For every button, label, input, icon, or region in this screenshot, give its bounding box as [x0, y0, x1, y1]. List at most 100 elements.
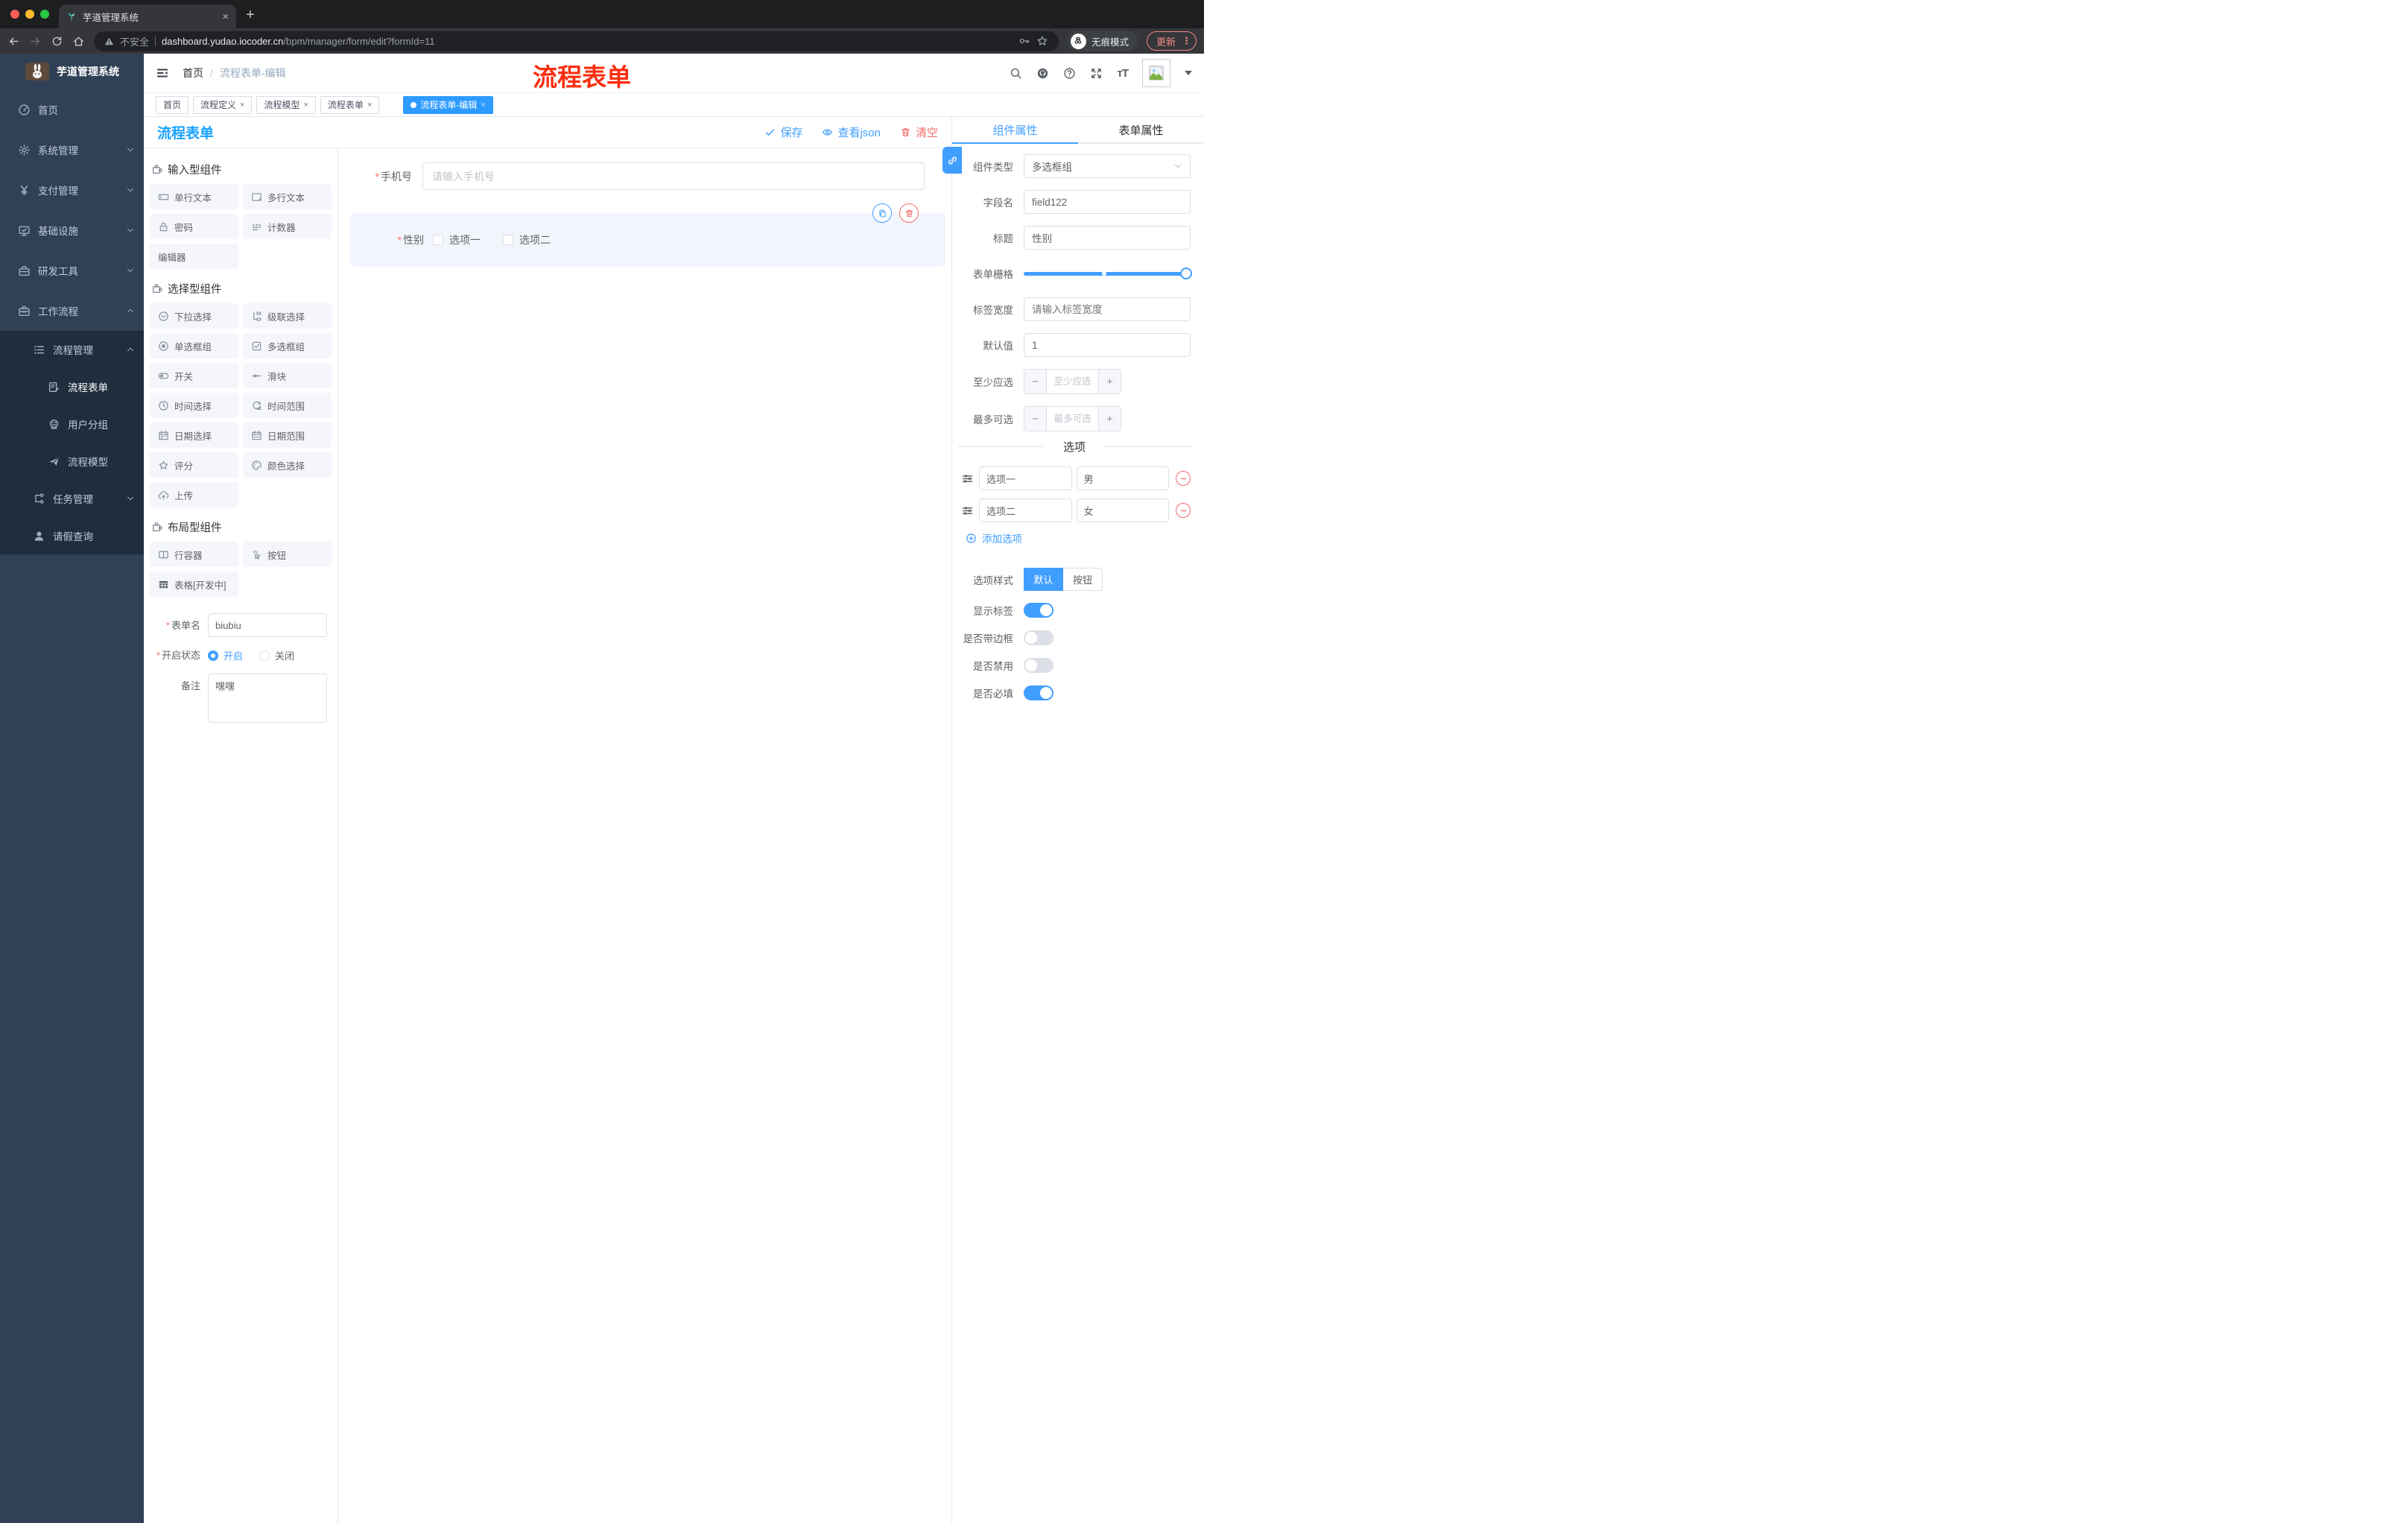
component-item[interactable]: 评分 — [150, 452, 238, 478]
forward-icon[interactable] — [29, 35, 42, 48]
view-tab[interactable]: 流程表单-编辑 × — [403, 95, 493, 114]
checkbox-icon[interactable] — [433, 235, 443, 245]
password-key-icon[interactable] — [1018, 35, 1030, 47]
component-type-select[interactable]: 多选框组 — [1024, 154, 1191, 178]
view-tab[interactable]: 流程定义 × — [193, 95, 253, 114]
sidebar-item[interactable]: 任务管理 — [0, 480, 144, 517]
back-icon[interactable] — [7, 35, 20, 48]
component-item[interactable]: 滑块 — [243, 363, 332, 388]
minimize-window-button[interactable] — [25, 10, 34, 19]
sidebar-item[interactable]: 流程表单 — [0, 368, 144, 405]
view-tab-close-icon[interactable]: × — [367, 101, 372, 110]
copy-component-button[interactable] — [872, 203, 892, 223]
view-tab-close-icon[interactable]: × — [481, 101, 485, 110]
component-item[interactable]: 下拉选择 — [150, 303, 238, 329]
view-tab[interactable]: 流程表单 × — [320, 95, 380, 114]
inspector-tab[interactable]: 表单属性 — [1078, 117, 1204, 142]
sidebar-item[interactable]: 支付管理 — [0, 170, 144, 210]
add-option-button[interactable]: 添加选项 — [966, 531, 1191, 545]
component-item[interactable]: 单行文本 — [150, 184, 238, 209]
new-tab-button[interactable]: + — [246, 7, 255, 22]
checkbox-option[interactable]: 选项一 — [433, 232, 481, 247]
component-item[interactable]: 开关 — [150, 363, 238, 388]
home-icon[interactable] — [72, 35, 85, 48]
component-item[interactable]: 密码 — [150, 214, 238, 239]
address-bar[interactable]: 不安全 dashboard.yudao.iocoder.cn/bpm/manag… — [94, 31, 1059, 51]
toggle-switch[interactable] — [1024, 685, 1054, 700]
browser-menu-icon[interactable]: ⋮ — [1182, 35, 1191, 47]
view-json-button[interactable]: 查看json — [822, 124, 881, 140]
reload-icon[interactable] — [51, 35, 63, 48]
component-item[interactable]: 颜色选择 — [243, 452, 332, 478]
help-icon[interactable] — [1063, 67, 1076, 80]
component-item[interactable]: 表格[开发中] — [150, 571, 238, 597]
sidebar-item[interactable]: 基础设施 — [0, 210, 144, 250]
title-input[interactable] — [1024, 226, 1191, 250]
checkbox-icon[interactable] — [503, 235, 513, 245]
toggle-switch[interactable] — [1024, 603, 1054, 618]
github-icon[interactable] — [1036, 67, 1049, 80]
drag-handle-icon[interactable] — [961, 504, 974, 517]
browser-tab[interactable]: 芋道管理系统 × — [59, 4, 236, 28]
maximize-window-button[interactable] — [40, 10, 49, 19]
avatar[interactable] — [1142, 59, 1170, 87]
canvas-field-phone[interactable]: * 手机号 — [339, 162, 925, 190]
app-logo[interactable]: 芋道管理系统 — [0, 54, 144, 89]
view-tab-close-icon[interactable]: × — [240, 101, 244, 110]
update-button[interactable]: 更新 ⋮ — [1146, 31, 1197, 51]
remove-option-button[interactable] — [1176, 471, 1191, 486]
decrease-button[interactable]: − — [1024, 407, 1047, 431]
min-select-input[interactable] — [1047, 370, 1098, 393]
fullscreen-icon[interactable] — [1090, 67, 1103, 80]
component-item[interactable]: 行容器 — [150, 542, 238, 567]
status-off-radio[interactable]: 关闭 — [259, 648, 294, 662]
component-item[interactable]: 单选框组 — [150, 333, 238, 358]
sidebar-item[interactable]: 用户分组 — [0, 405, 144, 443]
component-item[interactable]: 日期选择 — [150, 422, 238, 448]
component-item[interactable]: 时间选择 — [150, 393, 238, 418]
drag-handle-icon[interactable] — [961, 472, 974, 485]
remark-textarea[interactable] — [208, 674, 327, 723]
phone-input[interactable] — [422, 162, 925, 190]
option-label-input[interactable] — [979, 498, 1072, 522]
bookmark-star-icon[interactable] — [1036, 35, 1048, 47]
clear-button[interactable]: 清空 — [900, 124, 938, 140]
status-on-radio[interactable]: 开启 — [208, 648, 243, 662]
component-item[interactable]: 编辑器 — [150, 244, 238, 269]
max-select-stepper[interactable]: − + — [1024, 406, 1121, 431]
field-link-button[interactable] — [942, 147, 962, 174]
font-size-icon[interactable]: тT — [1117, 67, 1128, 80]
max-select-input[interactable] — [1047, 407, 1098, 431]
sidebar-item[interactable]: 系统管理 — [0, 130, 144, 170]
inspector-tab[interactable]: 组件属性 — [952, 117, 1078, 142]
checkbox-option[interactable]: 选项二 — [503, 232, 551, 247]
field-name-input[interactable] — [1024, 190, 1191, 214]
increase-button[interactable]: + — [1098, 370, 1121, 393]
sidebar-item[interactable]: 首页 — [0, 89, 144, 130]
component-item[interactable]: 按钮 — [243, 542, 332, 567]
save-button[interactable]: 保存 — [764, 124, 802, 140]
min-select-stepper[interactable]: − + — [1024, 369, 1121, 394]
form-name-input[interactable] — [208, 613, 327, 637]
component-item[interactable]: 时间范围 — [243, 393, 332, 418]
delete-component-button[interactable] — [899, 203, 919, 223]
increase-button[interactable]: + — [1098, 407, 1121, 431]
toggle-switch[interactable] — [1024, 630, 1054, 645]
option-label-input[interactable] — [979, 466, 1072, 490]
component-item[interactable]: 日期范围 — [243, 422, 332, 448]
view-tab[interactable]: 流程模型 × — [256, 95, 316, 114]
close-window-button[interactable] — [10, 10, 19, 19]
toggle-switch[interactable] — [1024, 658, 1054, 673]
option-value-input[interactable] — [1076, 498, 1169, 522]
avatar-caret-icon[interactable] — [1185, 71, 1192, 75]
component-item[interactable]: 多行文本 — [243, 184, 332, 209]
search-icon[interactable] — [1010, 67, 1022, 80]
slider-handle[interactable] — [1180, 267, 1192, 279]
sidebar-item[interactable]: 流程模型 — [0, 443, 144, 480]
decrease-button[interactable]: − — [1024, 370, 1047, 393]
sidebar-item[interactable]: 流程管理 — [0, 331, 144, 368]
component-item[interactable]: 123 计数器 — [243, 214, 332, 239]
tab-close-icon[interactable]: × — [222, 10, 229, 23]
sidebar-item[interactable]: 研发工具 — [0, 250, 144, 291]
sidebar-item[interactable]: 工作流程 — [0, 291, 144, 331]
